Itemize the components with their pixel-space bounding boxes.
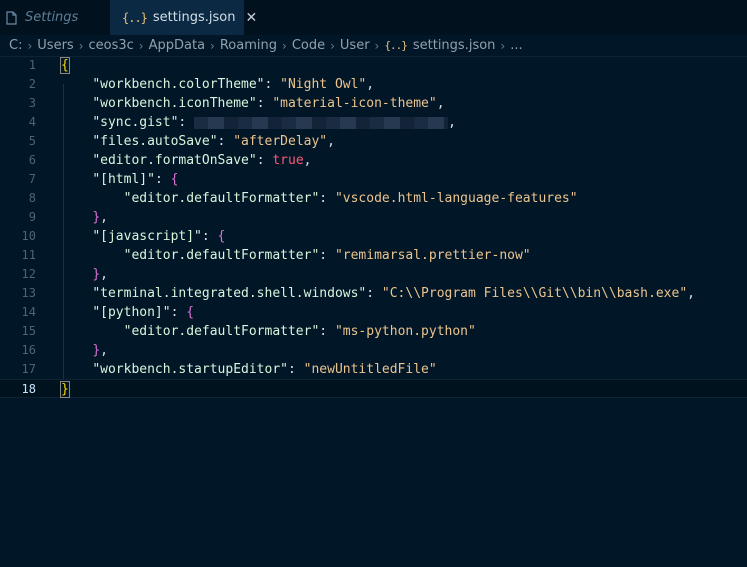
json-value: "remimarsal.prettier-now"	[334, 248, 531, 263]
json-key: "editor.defaultFormatter"	[123, 248, 320, 263]
close-brace: }	[60, 381, 70, 398]
breadcrumb: C: › Users › ceos3c › AppData › Roaming › Cod…	[0, 35, 747, 57]
code-line: 17 "workbench.startupEditor": "newUntitl…	[0, 360, 747, 379]
open-brace: {	[217, 229, 226, 244]
code-line: 7 "[html]": {	[0, 170, 747, 189]
chevron-right-icon: ›	[138, 38, 144, 53]
json-value: "ms-python.python"	[334, 324, 476, 339]
json-icon: {..}	[384, 39, 407, 52]
line-number: 6	[28, 153, 36, 167]
json-key: "[javascript]"	[92, 229, 202, 244]
tab-settings[interactable]: Settings	[0, 0, 110, 35]
code-line: 6 "editor.formatOnSave": true,	[0, 151, 747, 170]
line-number: 13	[21, 286, 36, 300]
json-key: "[python]"	[92, 305, 171, 320]
breadcrumb-item[interactable]: Roaming	[220, 38, 277, 53]
breadcrumb-item[interactable]: C:	[9, 38, 22, 53]
tab-label: settings.json	[152, 10, 236, 25]
json-value: "C:\\Program Files\\Git\\bin\\bash.exe"	[381, 286, 688, 301]
line-number: 15	[21, 324, 36, 338]
line-number: 17	[21, 362, 36, 376]
json-value: "vscode.html-language-features"	[334, 191, 578, 206]
line-number: 14	[21, 305, 36, 319]
chevron-right-icon: ›	[282, 38, 287, 53]
code-line: 9 },	[0, 208, 747, 227]
code-line: 11 "editor.defaultFormatter": "remimarsa…	[0, 246, 747, 265]
chevron-right-icon: ›	[27, 38, 33, 53]
code-line-current: 18 }	[0, 379, 747, 398]
breadcrumb-item[interactable]: settings.json	[413, 38, 496, 53]
line-number: 16	[21, 343, 36, 357]
line-number: 4	[28, 115, 36, 129]
code-line: 4 "sync.gist": ,	[0, 113, 747, 132]
code-line: 14 "[python]": {	[0, 303, 747, 322]
chevron-right-icon: ›	[330, 38, 335, 53]
line-number: 1	[28, 58, 36, 72]
close-icon[interactable]: ✕	[245, 10, 257, 26]
open-brace: {	[186, 305, 195, 320]
json-value: true	[272, 153, 304, 168]
json-key: "workbench.startupEditor"	[92, 362, 288, 377]
json-key: "workbench.colorTheme"	[92, 77, 265, 92]
code-editor[interactable]: 1 { 2 "workbench.colorTheme": "Night Owl…	[0, 56, 747, 567]
code-line: 8 "editor.defaultFormatter": "vscode.htm…	[0, 189, 747, 208]
breadcrumb-item[interactable]: Users	[37, 38, 73, 53]
code-line: 5 "files.autoSave": "afterDelay",	[0, 132, 747, 151]
line-number: 12	[21, 267, 36, 281]
open-brace: {	[60, 57, 70, 74]
chevron-right-icon: ›	[500, 38, 506, 53]
close-brace: }	[92, 210, 101, 225]
close-brace: }	[92, 267, 101, 282]
tab-label: Settings	[25, 10, 79, 25]
line-number: 18	[21, 382, 36, 396]
breadcrumb-item[interactable]: ...	[510, 38, 522, 53]
line-number: 11	[21, 248, 36, 262]
code-line: 12 },	[0, 265, 747, 284]
redacted-value	[194, 116, 449, 129]
json-value: "material-icon-theme"	[272, 96, 437, 111]
code-line: 15 "editor.defaultFormatter": "ms-python…	[0, 322, 747, 341]
json-value: "afterDelay"	[233, 134, 328, 149]
chevron-right-icon: ›	[374, 38, 380, 53]
code-line: 10 "[javascript]": {	[0, 227, 747, 246]
json-value: "newUntitledFile"	[303, 362, 437, 377]
breadcrumb-item[interactable]: ceos3c	[89, 38, 134, 53]
code-line: 2 "workbench.colorTheme": "Night Owl",	[0, 75, 747, 94]
breadcrumb-item[interactable]: User	[340, 38, 370, 53]
line-number: 2	[28, 77, 36, 91]
tab-bar: Settings {..} settings.json ✕	[0, 0, 747, 35]
json-key: "editor.defaultFormatter"	[123, 191, 320, 206]
close-brace: }	[92, 343, 101, 358]
code-line: 13 "terminal.integrated.shell.windows": …	[0, 284, 747, 303]
json-value: "Night Owl"	[280, 77, 367, 92]
line-number: 9	[28, 210, 36, 224]
json-key: "[html]"	[92, 172, 155, 187]
line-number: 8	[28, 191, 36, 205]
line-number: 5	[28, 134, 36, 148]
open-brace: {	[170, 172, 179, 187]
json-key: "terminal.integrated.shell.windows"	[92, 286, 367, 301]
chevron-right-icon: ›	[78, 38, 84, 53]
tab-settings-json[interactable]: {..} settings.json ✕	[110, 0, 257, 35]
line-number: 10	[21, 229, 36, 243]
code-line: 16 },	[0, 341, 747, 360]
json-icon: {..}	[122, 10, 148, 25]
chevron-right-icon: ›	[210, 38, 215, 53]
line-number: 3	[28, 96, 36, 110]
breadcrumb-item[interactable]: Code	[292, 38, 325, 53]
json-key: "workbench.iconTheme"	[92, 96, 257, 111]
json-key: "editor.defaultFormatter"	[123, 324, 320, 339]
code-line: 1 {	[0, 56, 747, 75]
json-key: "files.autoSave"	[92, 134, 218, 149]
file-icon	[6, 10, 17, 25]
json-key: "sync.gist"	[92, 115, 179, 130]
breadcrumb-item[interactable]: AppData	[149, 38, 205, 53]
line-number: 7	[28, 172, 36, 186]
code-line: 3 "workbench.iconTheme": "material-icon-…	[0, 94, 747, 113]
json-key: "editor.formatOnSave"	[92, 153, 257, 168]
